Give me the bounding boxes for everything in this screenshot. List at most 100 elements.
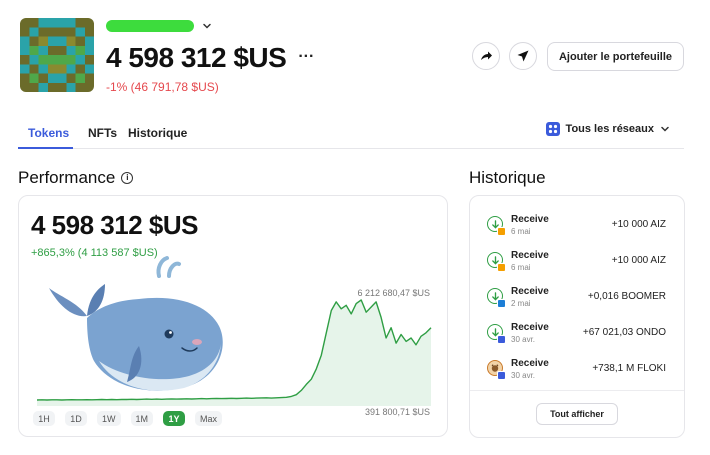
show-all-button[interactable]: Tout afficher (536, 403, 618, 425)
avatar-pixel (57, 36, 67, 46)
token-badge-icon (497, 371, 506, 380)
avatar-pixel (66, 27, 76, 37)
avatar-pixel (29, 27, 39, 37)
time-range-selector: 1H 1D 1W 1M 1Y Max (33, 411, 223, 426)
tx-amount: +10 000 AIZ (611, 219, 666, 230)
avatar-pixel (84, 18, 94, 28)
avatar-pixel (57, 73, 67, 83)
history-item[interactable]: Receive 30 avr. +67 021,03 ONDO (470, 320, 684, 354)
balance-change: -1% (46 791,78 $US) (106, 80, 219, 94)
range-1d[interactable]: 1D (65, 411, 87, 426)
tx-type: Receive (511, 250, 549, 261)
chart-max-label: 6 212 680,47 $US (357, 288, 430, 298)
range-1y[interactable]: 1Y (163, 411, 186, 426)
avatar-pixel (84, 45, 94, 55)
history-item[interactable]: Receive 2 mai +0,016 BOOMER (470, 284, 684, 318)
history-item[interactable]: Receive 6 mai +10 000 AIZ (470, 248, 684, 282)
tx-amount: +67 021,03 ONDO (582, 327, 666, 338)
balance-row: 4 598 312 $US ··· (106, 42, 314, 74)
avatar-pixel (75, 82, 85, 92)
avatar-pixel (20, 82, 30, 92)
add-wallet-button[interactable]: Ajouter le portefeuille (547, 42, 684, 71)
send-button[interactable] (509, 42, 537, 70)
avatar-pixel (38, 55, 48, 65)
account-switcher[interactable] (106, 20, 212, 32)
network-selector[interactable]: Tous les réseaux (545, 122, 670, 136)
avatar-pixel (66, 73, 76, 83)
avatar-pixel (20, 73, 30, 83)
account-name-redacted (106, 20, 194, 32)
tab-nfts[interactable]: NFTs (88, 126, 117, 140)
share-button[interactable] (472, 42, 500, 70)
history-divider (470, 390, 684, 391)
avatar-pixel (66, 64, 76, 74)
avatar-pixel (38, 82, 48, 92)
avatar-pixel (47, 18, 57, 28)
network-selector-label: Tous les réseaux (565, 123, 654, 135)
avatar-pixel (20, 27, 30, 37)
range-max[interactable]: Max (195, 411, 223, 426)
history-item[interactable]: Receive 30 avr. +738,1 M FLOKI (470, 356, 684, 390)
tab-tokens[interactable]: Tokens (28, 126, 69, 140)
avatar-pixel (57, 82, 67, 92)
tx-date: 30 avr. (511, 371, 536, 380)
tx-date: 2 mai (511, 299, 531, 308)
tx-amount: +10 000 AIZ (611, 255, 666, 266)
token-badge-icon (497, 227, 506, 236)
tx-amount: +0,016 BOOMER (587, 291, 666, 302)
avatar-pixel (38, 36, 48, 46)
avatar-pixel (47, 64, 57, 74)
avatar-pixel (66, 45, 76, 55)
tx-type: Receive (511, 286, 549, 297)
avatar-pixel (47, 36, 57, 46)
avatar-pixel (47, 82, 57, 92)
avatar-pixel (38, 18, 48, 28)
history-title: Historique (469, 168, 546, 187)
avatar-pixel (84, 36, 94, 46)
avatar-pixel (20, 18, 30, 28)
history-item[interactable]: Receive 6 mai +10 000 AIZ (470, 212, 684, 246)
tx-amount: +738,1 M FLOKI (592, 363, 666, 374)
avatar-pixel (75, 45, 85, 55)
range-1w[interactable]: 1W (97, 411, 121, 426)
avatar-pixel (29, 36, 39, 46)
tx-type: Receive (511, 322, 549, 333)
avatar-pixel (57, 18, 67, 28)
tx-type: Receive (511, 214, 549, 225)
avatar-pixel (29, 55, 39, 65)
avatar-pixel (29, 18, 39, 28)
performance-title: Performance i (18, 168, 134, 188)
avatar-pixel (75, 36, 85, 46)
avatar-pixel (57, 45, 67, 55)
token-badge-icon (497, 335, 506, 344)
avatar-pixel (29, 82, 39, 92)
avatar-pixel (20, 36, 30, 46)
avatar-pixel (84, 82, 94, 92)
avatar-pixel (47, 27, 57, 37)
more-options-button[interactable]: ··· (298, 48, 314, 66)
avatar-pixel (66, 18, 76, 28)
avatar-pixel (84, 64, 94, 74)
token-badge-icon (497, 263, 506, 272)
avatar-pixel (38, 45, 48, 55)
range-1h[interactable]: 1H (33, 411, 55, 426)
avatar-pixel (84, 55, 94, 65)
range-1m[interactable]: 1M (130, 411, 154, 426)
performance-card: 4 598 312 $US +865,3% (4 113 587 $US) 6 … (18, 195, 448, 437)
account-avatar (20, 18, 94, 92)
tab-history[interactable]: Historique (128, 126, 187, 140)
avatar-pixel (20, 55, 30, 65)
asset-tabs: Tokens NFTs Historique Tous les réseaux (18, 118, 684, 149)
history-card: Receive 6 mai +10 000 AIZ Receive 6 mai … (469, 195, 685, 438)
avatar-pixel (75, 64, 85, 74)
info-icon[interactable]: i (121, 172, 134, 184)
avatar-pixel (47, 45, 57, 55)
whale-illustration (49, 256, 223, 391)
avatar-pixel (57, 64, 67, 74)
tx-date: 6 mai (511, 227, 531, 236)
share-arrow-icon (481, 51, 492, 60)
chevron-down-icon (661, 126, 669, 132)
avatar-pixel (66, 55, 76, 65)
avatar-pixel (66, 36, 76, 46)
avatar-pixel (57, 27, 67, 37)
